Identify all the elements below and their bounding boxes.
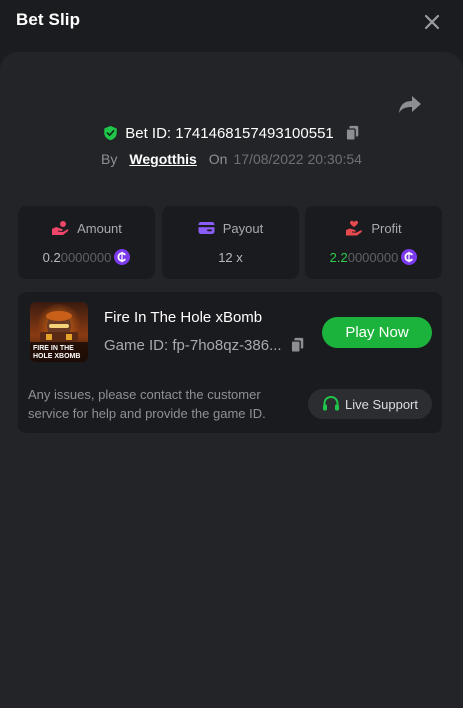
payout-stat: Payout 12 x xyxy=(162,206,299,279)
hand-heart-icon xyxy=(346,220,363,236)
on-label: On xyxy=(208,151,228,167)
share-icon[interactable] xyxy=(398,94,422,114)
profit-value-lead: 2.2 xyxy=(329,249,348,265)
thumb-title-line2: HOLE XBOMB xyxy=(33,353,80,360)
bet-id-row: Bet ID: 1741468157493100551 xyxy=(0,123,463,143)
coin-icon xyxy=(114,249,131,265)
bet-slip-modal: Bet Slip Bet ID: 1741468157493100551 By … xyxy=(0,0,463,708)
hand-coins-icon xyxy=(52,221,69,235)
modal-title: Bet Slip xyxy=(16,10,81,29)
game-name: Fire In The Hole xBomb xyxy=(104,309,263,326)
amount-header: Amount xyxy=(18,220,155,236)
payout-header: Payout xyxy=(162,220,299,236)
amount-value-tail: 0000000 xyxy=(60,249,112,265)
game-card: FIRE IN THE HOLE XBOMB Fire In The Hole … xyxy=(18,292,442,433)
live-support-button[interactable]: Live Support xyxy=(308,389,432,419)
profit-label: Profit xyxy=(371,220,402,236)
profit-stat: Profit 2.20000000 xyxy=(305,206,442,279)
close-icon[interactable] xyxy=(422,12,442,32)
bet-author-row: By Wegotthis On 17/08/2022 20:30:54 xyxy=(0,149,463,169)
coin-icon xyxy=(401,249,418,265)
by-label: By xyxy=(101,151,118,167)
payout-value-text: 12 x xyxy=(218,249,243,265)
modal-header: Bet Slip xyxy=(0,0,463,44)
game-id-row: Game ID: fp-7ho8qz-386... xyxy=(104,336,305,354)
payout-value: 12 x xyxy=(162,248,299,266)
live-support-label: Live Support xyxy=(345,396,418,412)
amount-value: 0.20000000 xyxy=(18,248,155,266)
bet-date: 17/08/2022 20:30:54 xyxy=(233,151,362,167)
profit-header: Profit xyxy=(305,220,442,236)
thumb-title-line1: FIRE IN THE xyxy=(33,345,74,352)
bet-id-text: Bet ID: 1741468157493100551 xyxy=(125,124,334,142)
copy-icon[interactable] xyxy=(290,337,305,353)
support-notice: Any issues, please contact the customer … xyxy=(28,387,266,421)
amount-stat: Amount 0.20000000 xyxy=(18,206,155,279)
amount-value-lead: 0.2 xyxy=(42,249,61,265)
amount-label: Amount xyxy=(77,220,122,236)
game-id-text: Game ID: fp-7ho8qz-386... xyxy=(104,336,282,354)
payout-label: Payout xyxy=(222,220,264,236)
profit-value-tail: 0000000 xyxy=(347,249,399,265)
wallet-card-icon xyxy=(198,222,215,234)
username-link[interactable]: Wegotthis xyxy=(129,151,196,167)
shield-check-icon xyxy=(104,125,117,141)
headset-icon xyxy=(323,395,339,411)
profit-value: 2.20000000 xyxy=(305,248,442,266)
play-now-button[interactable]: Play Now xyxy=(322,317,432,348)
game-thumbnail[interactable]: FIRE IN THE HOLE XBOMB xyxy=(30,302,88,362)
copy-icon[interactable] xyxy=(345,125,360,141)
